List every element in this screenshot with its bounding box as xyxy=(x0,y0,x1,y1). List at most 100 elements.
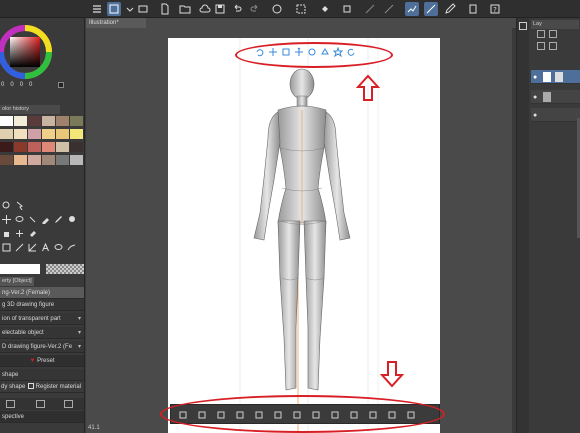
menu-icon[interactable] xyxy=(90,2,104,16)
color-swatch[interactable] xyxy=(0,142,13,152)
color-swatch[interactable] xyxy=(42,116,55,126)
color-wheel[interactable] xyxy=(0,20,55,80)
copy-icon[interactable] xyxy=(36,400,45,408)
color-swatch[interactable] xyxy=(28,155,41,165)
deselect-icon[interactable] xyxy=(294,2,308,16)
brush-tool-icon[interactable] xyxy=(66,214,76,224)
color-swatch[interactable] xyxy=(14,129,27,139)
tool-property-tab[interactable]: erty [Object] xyxy=(0,277,34,286)
main-color-bar[interactable] xyxy=(0,264,40,274)
figure-subtitle: g 3D drawing figure xyxy=(0,299,84,311)
balloon-tool-icon[interactable] xyxy=(53,242,63,252)
layer-property-icon[interactable] xyxy=(466,2,480,16)
annotation-ellipse-bottom xyxy=(160,395,445,433)
preset-button[interactable]: ▼ Preset xyxy=(0,355,84,367)
color-swatch[interactable] xyxy=(14,116,27,126)
color-swatch[interactable] xyxy=(56,129,69,139)
color-swatch[interactable] xyxy=(70,142,83,152)
register-material-button[interactable]: Register material xyxy=(28,381,82,392)
register-material-label: Register material xyxy=(35,384,82,390)
snap-ruler-icon[interactable] xyxy=(382,2,396,16)
color-swatch[interactable] xyxy=(56,116,69,126)
color-swatch[interactable] xyxy=(0,129,13,139)
frame-tool-icon[interactable] xyxy=(1,242,11,252)
eyedropper-tool-icon[interactable] xyxy=(40,214,50,224)
document-tab[interactable]: Illustration* xyxy=(86,18,146,28)
layer-tab[interactable]: Lay xyxy=(531,20,579,29)
eraser-tool-icon[interactable] xyxy=(27,228,37,238)
shape-buttons: dy shape Register material xyxy=(0,381,84,393)
color-value: 0 xyxy=(1,82,5,88)
select-tool-icon[interactable] xyxy=(27,214,37,224)
color-swatch[interactable] xyxy=(70,155,83,165)
lasso-tool-icon[interactable] xyxy=(14,214,24,224)
eye-icon[interactable]: ● xyxy=(533,112,537,119)
body-shape-button[interactable]: dy shape xyxy=(1,381,25,392)
lock-icon[interactable] xyxy=(549,42,557,50)
collapse-icon[interactable] xyxy=(6,400,15,408)
move-tool-icon[interactable] xyxy=(1,214,11,224)
layer-row[interactable]: ● xyxy=(531,70,580,84)
color-swatch[interactable] xyxy=(42,155,55,165)
save-icon[interactable] xyxy=(213,2,227,16)
color-swatch[interactable] xyxy=(0,155,13,165)
text-tool-icon[interactable] xyxy=(40,242,50,252)
transparent-color-bar[interactable] xyxy=(46,264,84,274)
chevron-down-icon[interactable] xyxy=(123,2,137,16)
color-swatch[interactable] xyxy=(70,116,83,126)
layer-row[interactable]: ● xyxy=(531,108,580,122)
layer-mask-icon[interactable] xyxy=(537,42,545,50)
preset-label: Preset xyxy=(37,358,55,364)
color-swatch[interactable] xyxy=(28,116,41,126)
quick-access-icon[interactable] xyxy=(136,2,150,16)
figure-dropdown[interactable]: D drawing figure-Ver.2 (Fe ▾ xyxy=(0,341,84,353)
help-icon[interactable]: ? xyxy=(488,2,502,16)
ruler-tool-icon[interactable] xyxy=(14,242,24,252)
transform-icon[interactable] xyxy=(340,2,354,16)
gradient-tool-icon[interactable] xyxy=(27,242,37,252)
clear-icon[interactable] xyxy=(270,2,284,16)
zoom-tool-icon[interactable] xyxy=(1,200,11,210)
eye-icon[interactable]: ● xyxy=(533,94,537,101)
color-swatch[interactable] xyxy=(42,129,55,139)
cloud-icon[interactable] xyxy=(198,2,212,16)
decoration-tool-icon[interactable] xyxy=(14,228,24,238)
layer-thumbnail xyxy=(555,72,563,82)
operation-tool-icon[interactable] xyxy=(14,200,24,210)
airbrush-tool-icon[interactable] xyxy=(1,228,11,238)
color-swatch[interactable] xyxy=(56,155,69,165)
selectable-object-setting[interactable]: electable object ▾ xyxy=(0,327,84,339)
snap-icon[interactable] xyxy=(363,2,377,16)
correct-line-tool-icon[interactable] xyxy=(66,242,76,252)
redo-icon[interactable] xyxy=(248,2,262,16)
color-swatch[interactable] xyxy=(14,155,27,165)
annotation-arrow-up-icon xyxy=(356,74,380,101)
new-file-icon[interactable] xyxy=(158,2,172,16)
color-swatch[interactable] xyxy=(14,142,27,152)
pen-icon[interactable] xyxy=(443,2,457,16)
selected-figure-label[interactable]: ng-Ver.2 (Female) xyxy=(0,287,84,299)
transparent-part-setting[interactable]: ion of transparent part ▾ xyxy=(0,313,84,325)
folder-icon[interactable] xyxy=(549,30,557,38)
eye-icon[interactable]: ● xyxy=(533,74,537,81)
new-layer-icon[interactable] xyxy=(537,30,545,38)
layer-panel-icon[interactable] xyxy=(519,22,527,30)
snap-grid-icon[interactable] xyxy=(424,2,438,16)
open-folder-icon[interactable] xyxy=(178,2,192,16)
color-history-tab[interactable]: olor history xyxy=(0,105,60,114)
color-swatch[interactable] xyxy=(42,142,55,152)
layer-row[interactable]: ● xyxy=(531,90,580,104)
snap-special-ruler-icon[interactable] xyxy=(405,2,419,16)
pen-tool-icon[interactable] xyxy=(53,214,63,224)
color-swatch[interactable] xyxy=(28,142,41,152)
color-swatch[interactable] xyxy=(0,116,13,126)
main-color-chip[interactable] xyxy=(58,82,64,88)
color-swatch[interactable] xyxy=(70,129,83,139)
undo-icon[interactable] xyxy=(230,2,244,16)
canvas-area[interactable]: Illustration* xyxy=(86,18,516,433)
color-swatch[interactable] xyxy=(28,129,41,139)
color-swatch[interactable] xyxy=(56,142,69,152)
export-icon[interactable] xyxy=(64,400,73,408)
fill-icon[interactable] xyxy=(318,2,332,16)
drawing-mode-icon[interactable] xyxy=(107,2,121,16)
